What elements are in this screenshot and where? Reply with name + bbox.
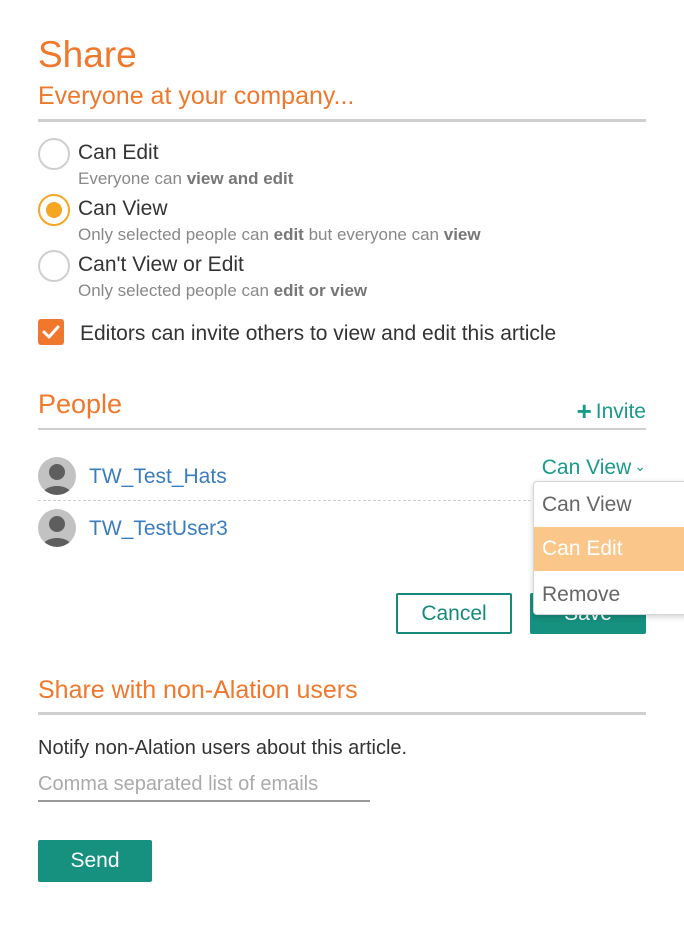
cancel-button[interactable]: Cancel [396, 593, 512, 634]
radio-can-edit[interactable] [38, 138, 70, 170]
person-name-link[interactable]: TW_TestUser3 [89, 517, 228, 541]
email-input[interactable] [38, 768, 370, 802]
external-divider [38, 712, 646, 715]
dropdown-option-remove[interactable]: Remove [534, 573, 684, 617]
user-icon [42, 516, 72, 547]
company-access-subtitle: Everyone at your company... [38, 82, 355, 110]
radio-can-view[interactable] [38, 194, 70, 226]
option-label: Can't View or Edit [78, 253, 244, 276]
editors-invite-label: Editors can invite others to view and ed… [80, 322, 557, 345]
person-name-link[interactable]: TW_Test_Hats [89, 465, 227, 489]
option-description: Everyone can view and edit [78, 169, 294, 188]
people-divider [38, 428, 646, 430]
dropdown-option-can-edit[interactable]: Can Edit [534, 527, 684, 571]
people-title: People [38, 389, 123, 419]
invite-label: Invite [595, 400, 646, 423]
avatar [38, 457, 76, 495]
option-label: Can View [78, 197, 168, 220]
chevron-down-icon: ⌄ [634, 458, 646, 474]
editors-invite-checkbox[interactable] [38, 319, 64, 345]
invite-button[interactable]: + Invite [577, 396, 646, 427]
radio-cant-view-or-edit[interactable] [38, 250, 70, 282]
user-icon [42, 464, 72, 495]
checkmark-icon [42, 325, 60, 339]
avatar [38, 509, 76, 547]
option-description: Only selected people can edit but everyo… [78, 225, 481, 244]
dropdown-option-can-view[interactable]: Can View [534, 483, 684, 527]
external-share-title: Share with non-Alation users [38, 676, 358, 704]
section-divider [38, 119, 646, 122]
option-label: Can Edit [78, 141, 159, 164]
permission-dropdown-toggle[interactable]: Can View ⌄ [542, 456, 646, 480]
notify-text: Notify non-Alation users about this arti… [38, 737, 408, 759]
plus-icon: + [576, 396, 592, 426]
send-button[interactable]: Send [38, 840, 152, 882]
permission-value: Can View [541, 456, 632, 479]
permission-dropdown-menu: Can View Can Edit Remove [533, 481, 684, 615]
share-title: Share [38, 34, 137, 75]
option-description: Only selected people can edit or view [78, 281, 368, 300]
